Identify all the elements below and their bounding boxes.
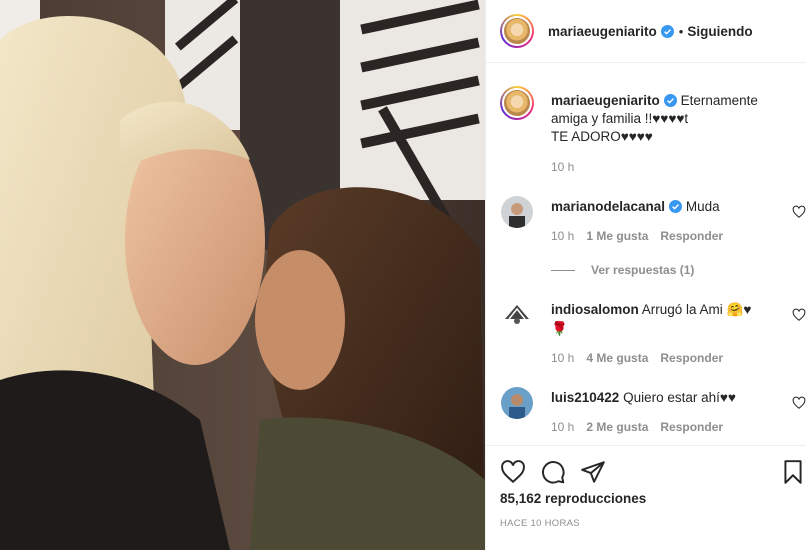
comment-username[interactable]: indiosalomon — [551, 302, 639, 317]
verified-icon — [669, 200, 683, 213]
header-separator: • — [678, 23, 684, 39]
comment-like-heart-icon[interactable] — [792, 308, 806, 322]
replies-divider — [551, 269, 575, 271]
comment-body: luis210422 Quiero estar ahí♥♥ — [551, 388, 766, 407]
view-replies-link[interactable]: Ver respuestas (1) — [551, 263, 694, 277]
caption-meta: 10 h — [551, 160, 574, 174]
comment-likes[interactable]: 4 Me gusta — [586, 351, 648, 365]
comment-body: indiosalomon Arrugó la Ami 🤗♥ 🌹 — [551, 300, 766, 338]
caption-line-3: TE ADORO♥♥♥♥ — [551, 129, 653, 144]
view-count[interactable]: 85,162 reproducciones — [500, 491, 646, 506]
comment-username[interactable]: luis210422 — [551, 390, 619, 405]
heart-icon[interactable] — [500, 459, 526, 485]
comment-username[interactable]: marianodelacanal — [551, 199, 665, 214]
caption-line-2: amiga y familia !!♥♥♥♥t — [551, 111, 689, 126]
reply-button[interactable]: Responder — [660, 351, 723, 365]
author-avatar[interactable] — [500, 14, 534, 48]
share-icon[interactable] — [580, 459, 606, 485]
caption-avatar[interactable] — [500, 86, 534, 120]
bookmark-icon[interactable] — [780, 459, 806, 485]
comment-time[interactable]: 10 h — [551, 229, 574, 243]
comments-list: mariaeugeniarito Eternamente amiga y fam… — [486, 64, 806, 444]
post-header: mariaeugeniarito • Siguiendo — [486, 0, 806, 63]
comment-body: marianodelacanal Muda — [551, 197, 766, 216]
reply-button[interactable]: Responder — [660, 229, 723, 243]
comment-text: Muda — [685, 199, 720, 214]
verified-icon — [660, 24, 674, 38]
caption-line-1: Eternamente — [680, 93, 758, 108]
comment-icon[interactable] — [540, 459, 566, 485]
verified-icon — [663, 94, 677, 107]
view-replies-label[interactable]: Ver respuestas (1) — [591, 263, 694, 277]
comment-text: Arrugó la Ami 🤗♥ — [641, 302, 752, 317]
comment-time[interactable]: 10 h — [551, 420, 574, 434]
post-video[interactable] — [0, 0, 485, 550]
comment-like-heart-icon[interactable] — [792, 396, 806, 410]
following-button[interactable]: Siguiendo — [687, 24, 752, 39]
author-username[interactable]: mariaeugeniarito — [548, 24, 657, 39]
comment-time[interactable]: 10 h — [551, 351, 574, 365]
commenter-avatar[interactable] — [501, 299, 533, 331]
comment-meta: 10 h 4 Me gusta Responder — [551, 351, 723, 365]
video-frame — [0, 0, 485, 550]
post-details-panel: mariaeugeniarito • Siguiendo mariaeugeni… — [485, 0, 806, 550]
comment-emoji: 🌹 — [551, 321, 568, 336]
comment-likes[interactable]: 1 Me gusta — [586, 229, 648, 243]
post-timestamp[interactable]: HACE 10 HORAS — [500, 518, 580, 529]
comment-meta: 10 h 2 Me gusta Responder — [551, 420, 723, 434]
comment-likes[interactable]: 2 Me gusta — [586, 420, 648, 434]
caption-username[interactable]: mariaeugeniarito — [551, 93, 660, 108]
commenter-avatar[interactable] — [501, 196, 533, 228]
caption-text: mariaeugeniarito Eternamente amiga y fam… — [551, 92, 791, 146]
post-actions: 85,162 reproducciones HACE 10 HORAS — [486, 445, 806, 550]
comment-meta: 10 h 1 Me gusta Responder — [551, 229, 723, 243]
comment-like-heart-icon[interactable] — [792, 205, 806, 219]
comment-text: Quiero estar ahí♥♥ — [623, 390, 736, 405]
commenter-avatar[interactable] — [501, 387, 533, 419]
reply-button[interactable]: Responder — [660, 420, 723, 434]
caption-time[interactable]: 10 h — [551, 160, 574, 174]
